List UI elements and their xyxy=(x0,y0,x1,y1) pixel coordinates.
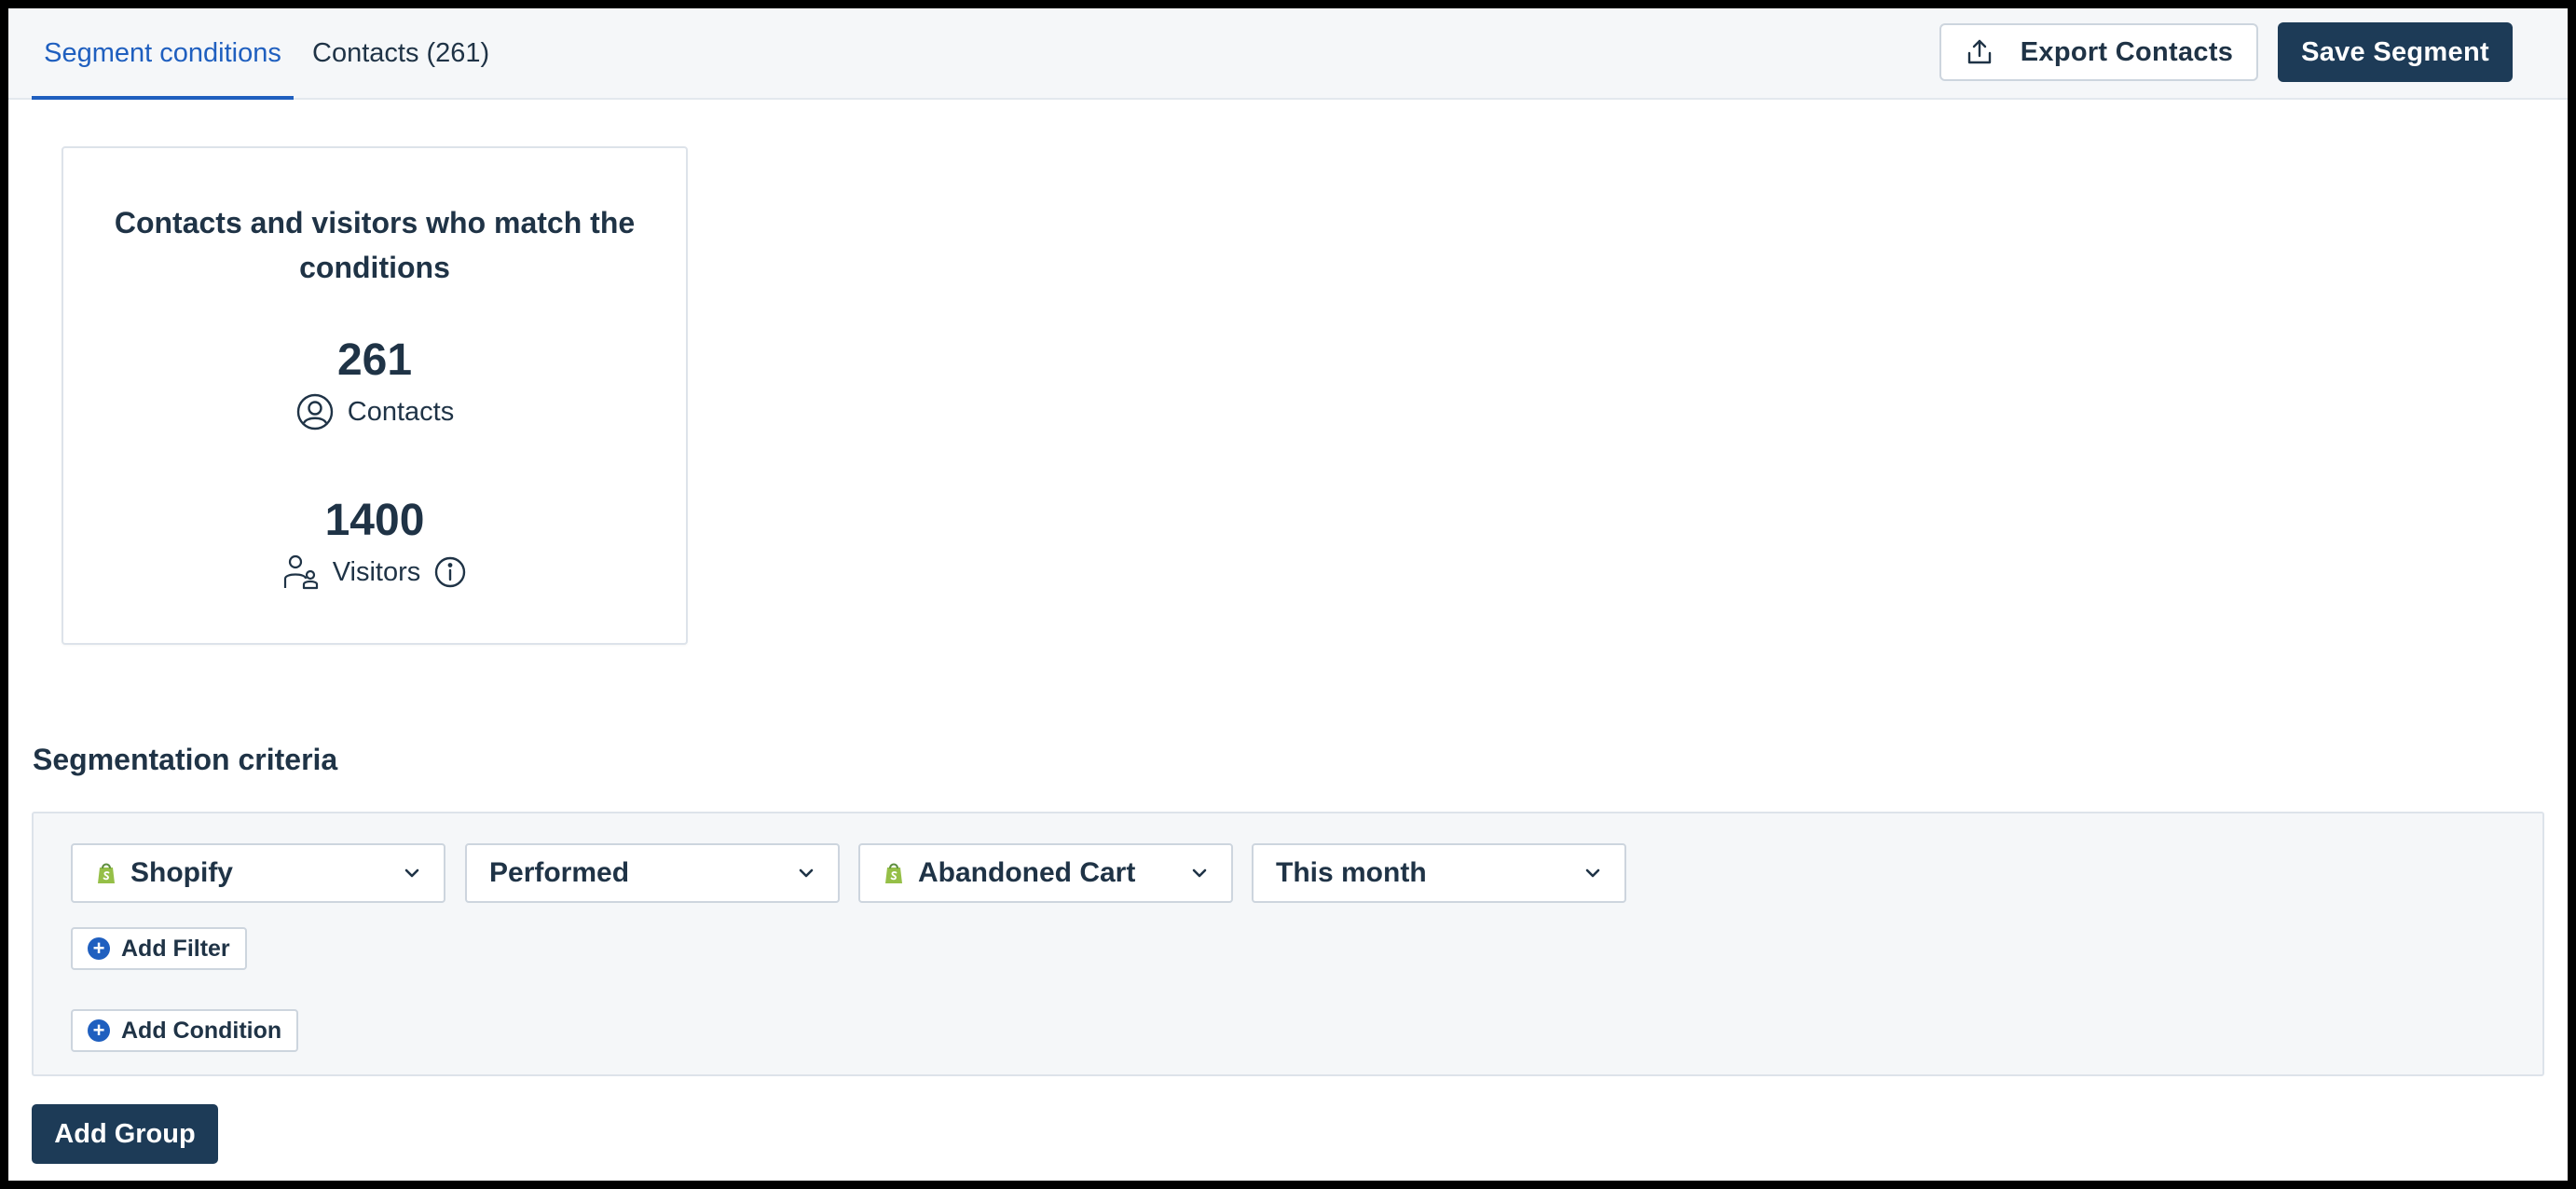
export-contacts-label: Export Contacts xyxy=(2020,36,2234,67)
info-icon[interactable] xyxy=(433,555,467,589)
save-segment-button[interactable]: Save Segment xyxy=(2278,22,2513,82)
segmentation-criteria-title: Segmentation criteria xyxy=(33,743,338,776)
contacts-stat: Contacts xyxy=(63,392,686,431)
shopify-icon xyxy=(883,861,905,885)
add-group-button[interactable]: Add Group xyxy=(32,1104,218,1164)
user-circle-icon xyxy=(295,392,335,431)
period-select[interactable]: This month xyxy=(1252,843,1626,903)
source-select[interactable]: Shopify xyxy=(71,843,445,903)
contacts-count: 261 xyxy=(336,335,413,385)
visitors-icon xyxy=(282,553,320,592)
match-summary-card: Contacts and visitors who match the cond… xyxy=(62,146,688,645)
operator-value: Performed xyxy=(489,857,630,888)
period-value: This month xyxy=(1276,857,1427,888)
export-icon xyxy=(1965,37,1994,67)
plus-circle-icon: + xyxy=(88,937,110,960)
visitors-label: Visitors xyxy=(332,556,421,587)
add-filter-button[interactable]: + Add Filter xyxy=(71,927,247,970)
add-condition-button[interactable]: + Add Condition xyxy=(71,1009,299,1052)
tab-contacts[interactable]: Contacts (261) xyxy=(312,8,489,98)
save-segment-label: Save Segment xyxy=(2301,36,2489,67)
condition-group: Shopify Performed Abandoned Cart This mo… xyxy=(32,812,2544,1076)
contacts-label: Contacts xyxy=(347,396,455,427)
tab-label: Segment conditions xyxy=(44,37,281,68)
add-group-label: Add Group xyxy=(54,1118,196,1149)
chevron-down-icon xyxy=(1190,864,1209,882)
tab-label: Contacts (261) xyxy=(312,37,490,68)
tab-segment-conditions[interactable]: Segment conditions xyxy=(32,8,294,100)
visitors-stat: Visitors xyxy=(63,553,686,592)
chevron-down-icon xyxy=(1583,864,1602,882)
top-bar: Segment conditions Contacts (261) Export… xyxy=(8,8,2568,100)
chevron-down-icon xyxy=(797,864,815,882)
event-select[interactable]: Abandoned Cart xyxy=(858,843,1233,903)
export-contacts-button[interactable]: Export Contacts xyxy=(1939,23,2258,81)
operator-select[interactable]: Performed xyxy=(465,843,840,903)
chevron-down-icon xyxy=(403,864,421,882)
event-value: Abandoned Cart xyxy=(918,857,1136,888)
plus-circle-icon: + xyxy=(88,1019,110,1042)
segment-editor: Segment conditions Contacts (261) Export… xyxy=(8,8,2568,1181)
source-value: Shopify xyxy=(130,857,233,888)
summary-title: Contacts and visitors who match the cond… xyxy=(114,206,636,284)
shopify-icon xyxy=(95,861,117,885)
add-condition-label: Add Condition xyxy=(121,1017,282,1044)
visitors-count: 1400 xyxy=(324,496,425,545)
add-filter-label: Add Filter xyxy=(121,935,230,962)
